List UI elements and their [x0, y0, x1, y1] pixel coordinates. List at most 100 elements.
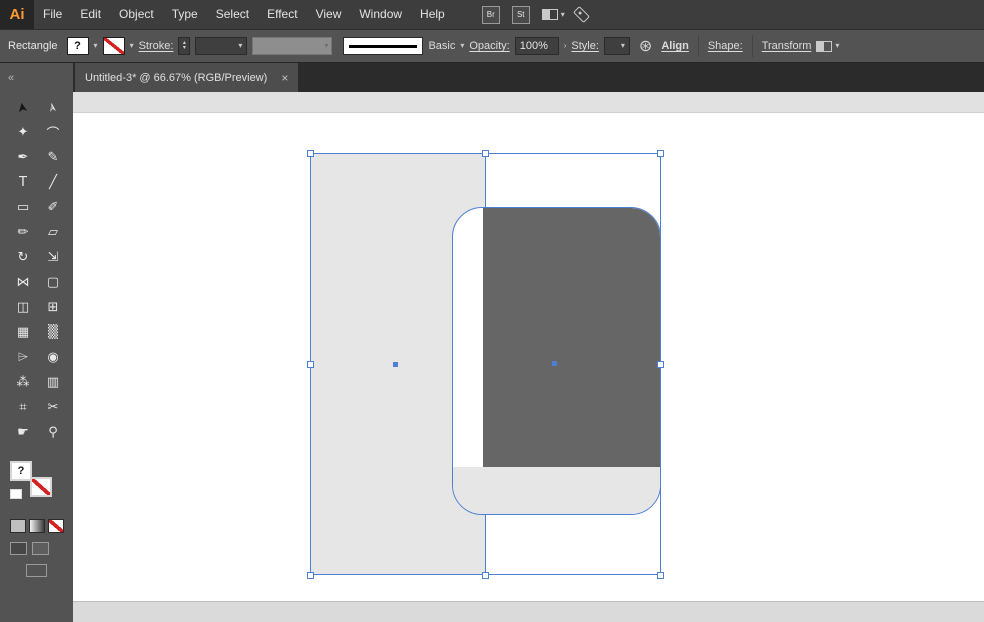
variable-width-profile-select: ▾ — [252, 37, 333, 55]
curvature-tool[interactable]: ✎ — [39, 145, 67, 170]
tools-panel-header: « — [0, 63, 73, 92]
selection-handle-middle-right[interactable] — [657, 361, 664, 368]
arrange-documents-button[interactable]: ▾ — [541, 9, 565, 20]
blend-tool[interactable]: ◉ — [39, 345, 67, 370]
gradient-button[interactable] — [29, 519, 45, 533]
menu-item-file[interactable]: File — [34, 0, 71, 29]
illustrator-app: Ai File Edit Object Type Select Effect V… — [0, 0, 984, 622]
transform-label[interactable]: Transform — [762, 40, 812, 52]
draw-behind-button[interactable] — [32, 542, 49, 555]
menu-item-select[interactable]: Select — [207, 0, 258, 29]
default-fill-stroke-icon[interactable] — [10, 489, 22, 499]
menu-item-object[interactable]: Object — [110, 0, 163, 29]
shape-label[interactable]: Shape: — [708, 40, 743, 52]
scale-tool[interactable]: ⇲ — [39, 245, 67, 270]
chevron-down-icon[interactable]: ▾ — [460, 42, 464, 50]
stroke-label[interactable]: Stroke: — [139, 40, 174, 52]
menu-item-edit[interactable]: Edit — [71, 0, 110, 29]
document-tab-bar: Untitled-3* @ 66.67% (RGB/Preview) × — [73, 63, 984, 92]
stock-button[interactable]: St — [511, 5, 530, 24]
panel-options-button[interactable]: ▾ — [816, 40, 840, 52]
stroke-style-preview[interactable] — [343, 37, 424, 55]
selection-handle-top-right[interactable] — [657, 150, 664, 157]
center-anchor-light-rectangle[interactable] — [393, 362, 398, 367]
touch-workspace-icon[interactable] — [572, 6, 590, 23]
selection-handle-bottom-left[interactable] — [307, 572, 314, 579]
rectangle-tool[interactable]: ▭ — [9, 195, 37, 220]
magic-wand-tool[interactable]: ✦ — [9, 120, 37, 145]
screen-mode-button[interactable] — [26, 564, 47, 577]
selection-handle-middle-left[interactable] — [307, 361, 314, 368]
symbol-sprayer-tool[interactable]: ⁂ — [9, 370, 37, 395]
paintbrush-tool[interactable]: ✐ — [39, 195, 67, 220]
document-tab-title: Untitled-3* @ 66.67% (RGB/Preview) — [85, 71, 268, 84]
type-tool[interactable]: T — [9, 170, 37, 195]
style-select[interactable]: ▾ — [603, 37, 630, 55]
selection-handle-bottom-right[interactable] — [657, 572, 664, 579]
zoom-tool[interactable]: ⚲ — [39, 420, 67, 445]
separator — [697, 35, 699, 57]
selection-handle-top-left[interactable] — [307, 150, 314, 157]
selection-handle-bottom-middle[interactable] — [482, 572, 489, 579]
color-mode-row — [10, 519, 73, 533]
stroke-line-icon — [349, 44, 418, 48]
style-label[interactable]: Style: — [571, 40, 599, 52]
chevron-down-icon: ▾ — [835, 41, 840, 50]
column-graph-tool[interactable]: ▥ — [39, 370, 67, 395]
perspective-grid-tool[interactable]: ⊞ — [39, 295, 67, 320]
stroke-none-swatch[interactable] — [30, 477, 52, 497]
lasso-tool[interactable]: ⌒ — [39, 120, 67, 145]
stroke-weight-stepper[interactable]: ▴ ▾ — [178, 37, 191, 55]
width-tool[interactable]: ⋈ — [9, 270, 37, 295]
free-transform-tool[interactable]: ▢ — [39, 270, 67, 295]
recolor-artwork-icon[interactable]: ⊛ — [639, 36, 652, 56]
gradient-tool[interactable]: ▒ — [39, 320, 67, 345]
chevron-right-icon[interactable]: › — [564, 42, 567, 50]
brush-definition-value[interactable]: Basic — [428, 40, 455, 52]
selection-handle-top-middle[interactable] — [482, 150, 489, 157]
pen-tool[interactable]: ✒ — [9, 145, 37, 170]
direct-selection-tool[interactable]: ➢ — [38, 92, 67, 124]
shape-builder-tool[interactable]: ◫ — [9, 295, 37, 320]
fill-swatch[interactable]: ? — [10, 461, 32, 481]
menu-item-help[interactable]: Help — [411, 0, 454, 29]
pencil-tool[interactable]: ✏ — [9, 220, 37, 245]
pasteboard-top — [73, 92, 984, 113]
align-label[interactable]: Align — [661, 40, 689, 52]
context-label: Rectangle — [8, 40, 58, 52]
mesh-tool[interactable]: ▦ — [9, 320, 37, 345]
color-button[interactable] — [10, 519, 26, 533]
center-anchor-rounded-rectangle[interactable] — [552, 361, 557, 366]
stroke-color-swatch[interactable] — [102, 37, 125, 55]
close-icon[interactable]: × — [281, 71, 288, 85]
selection-tool[interactable]: ➤ — [8, 92, 37, 124]
fill-color-swatch[interactable]: ? — [66, 37, 89, 55]
chevron-down-icon[interactable]: ▾ — [130, 42, 134, 50]
line-segment-tool[interactable]: ╱ — [39, 170, 67, 195]
menu-item-effect[interactable]: Effect — [258, 0, 306, 29]
dark-rectangle-shape[interactable] — [483, 208, 660, 468]
menu-item-view[interactable]: View — [307, 0, 351, 29]
bridge-button[interactable]: Br — [481, 5, 500, 24]
none-button[interactable] — [48, 519, 64, 533]
hand-tool[interactable]: ☛ — [9, 420, 37, 445]
menu-item-window[interactable]: Window — [350, 0, 411, 29]
opacity-label[interactable]: Opacity: — [469, 40, 509, 52]
draw-normal-button[interactable] — [10, 542, 27, 555]
opacity-field[interactable]: 100% — [514, 37, 559, 55]
rotate-tool[interactable]: ↻ — [9, 245, 37, 270]
eyedropper-tool[interactable]: ⌲ — [9, 345, 37, 370]
eraser-tool[interactable]: ▱ — [39, 220, 67, 245]
chevron-down-icon: ▾ — [560, 9, 565, 19]
chevron-down-icon[interactable]: ▾ — [94, 42, 98, 50]
artboard-tool[interactable]: ⌗ — [9, 395, 37, 420]
document-tab[interactable]: Untitled-3* @ 66.67% (RGB/Preview) × — [75, 63, 299, 92]
drawing-modes-row — [10, 542, 73, 555]
menu-item-type[interactable]: Type — [163, 0, 207, 29]
spinner-down-icon: ▾ — [182, 45, 186, 51]
stroke-weight-select[interactable]: ▾ — [195, 37, 248, 55]
slice-tool[interactable]: ✂ — [39, 395, 67, 420]
pasteboard-bottom — [73, 601, 984, 622]
collapse-panel-icon[interactable]: « — [8, 72, 14, 84]
arrange-documents-icon — [541, 9, 558, 20]
